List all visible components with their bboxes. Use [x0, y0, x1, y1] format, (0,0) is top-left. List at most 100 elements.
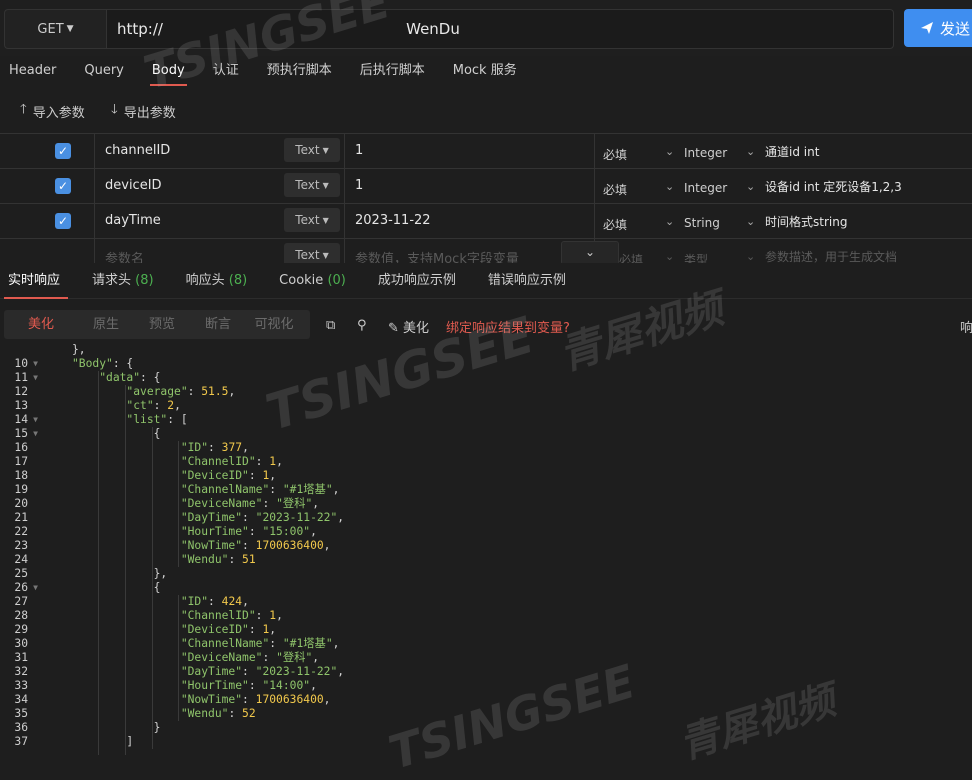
line-number-text: 31 — [14, 651, 28, 664]
type-select[interactable]: Text ▼ — [284, 208, 340, 232]
code-line: "DeviceID": 1, — [180, 469, 277, 482]
tab-label: 响应头 — [185, 273, 225, 288]
param-key[interactable]: channelID — [105, 143, 170, 158]
type-label: Text — [295, 178, 320, 192]
chevron-down-icon[interactable]: ⌄ — [665, 180, 674, 193]
code-line: "ChannelName": "#1塔基", — [180, 637, 340, 650]
line-number-text: 27 — [14, 595, 28, 608]
import-params-button[interactable]: 🡑 导入参数 — [20, 99, 85, 123]
chevron-down-icon[interactable]: ⌄ — [665, 250, 674, 263]
tab-header[interactable]: Header — [0, 56, 70, 86]
response-code-editor[interactable]: }, 10 ▼ "Body": {11 ▼ "data": {12 "average":… — [0, 344, 972, 755]
code-line: { — [72, 581, 161, 594]
export-label: 导出参数 — [123, 105, 176, 121]
chevron-down-icon[interactable]: ⌄ — [665, 145, 674, 158]
type-select[interactable]: Text ▼ — [284, 173, 340, 197]
fold-icon[interactable]: ▼ — [33, 357, 38, 371]
code-line: "Wendu": 51 — [180, 553, 256, 566]
line-number: 30 — [0, 637, 40, 651]
tab-cookie[interactable]: Cookie (0) — [263, 263, 362, 299]
tab-query[interactable]: Query — [70, 56, 138, 86]
params-table: ✓ channelID Text ▼ 1 必填 ⌄ Integer ⌄ 通道id … — [0, 133, 972, 268]
tab-auth[interactable]: 认证 — [199, 56, 253, 86]
line-number-text: 22 — [14, 525, 28, 538]
tab-response-headers[interactable]: 响应头 (8) — [170, 263, 264, 299]
line-number: 33 — [0, 679, 40, 693]
line-number-text: 16 — [14, 441, 28, 454]
tab-success-example[interactable]: 成功响应示例 — [362, 263, 472, 299]
datatype-select[interactable]: String — [684, 216, 720, 230]
fold-icon[interactable]: ▼ — [33, 581, 38, 595]
chevron-down-icon[interactable]: ⌄ — [665, 215, 674, 228]
mode-pretty[interactable]: 美化 — [4, 310, 78, 339]
code-line: "average": 51.5, — [126, 385, 236, 398]
view-mode-segment: 美化 原生 预览 断言 可视化 — [4, 310, 310, 339]
chevron-down-icon[interactable]: ⌄ — [746, 180, 755, 193]
mode-visualize[interactable]: 可视化 — [246, 310, 302, 339]
line-number: 16 — [0, 441, 40, 455]
fold-icon[interactable]: ▼ — [33, 427, 38, 441]
param-value[interactable]: 1 — [355, 143, 363, 158]
tab-post-script[interactable]: 后执行脚本 — [346, 56, 439, 86]
datatype-select[interactable]: Integer — [684, 181, 727, 195]
checkbox[interactable]: ✓ — [55, 143, 71, 159]
code-line: "HourTime": "14:00", — [180, 679, 317, 692]
required-select[interactable]: 必填 — [603, 216, 627, 233]
tab-label: 错误响应示例 — [487, 273, 566, 288]
code-line: "Wendu": 52 — [180, 707, 256, 720]
param-value[interactable]: 2023-11-22 — [355, 213, 431, 228]
required-select[interactable]: 必填 — [603, 181, 627, 198]
param-key[interactable]: dayTime — [105, 213, 161, 228]
mode-preview[interactable]: 预览 — [134, 310, 190, 339]
datatype-select[interactable]: Integer — [684, 146, 727, 160]
param-desc[interactable]: 时间格式string — [765, 213, 847, 230]
mode-assert[interactable]: 断言 — [190, 310, 246, 339]
line-number-text: 34 — [14, 693, 28, 706]
chevron-down-icon[interactable]: ⌄ — [746, 215, 755, 228]
required-select[interactable]: 必填 — [603, 146, 627, 163]
line-number: 23 — [0, 539, 40, 553]
url-input[interactable]: http:// WenDu — [106, 9, 894, 49]
chevron-down-icon[interactable]: ⌄ — [746, 250, 755, 263]
tab-pre-script[interactable]: 预执行脚本 — [253, 56, 346, 86]
export-params-button[interactable]: 🡓 导出参数 — [111, 99, 176, 123]
param-value[interactable]: 1 — [355, 178, 363, 193]
tab-live-response[interactable]: 实时响应 — [0, 263, 76, 299]
wand-icon: ✎ — [388, 321, 399, 336]
checkbox[interactable]: ✓ — [55, 213, 71, 229]
line-number: 21 — [0, 511, 40, 525]
param-key[interactable]: deviceID — [105, 178, 162, 193]
line-number: 32 — [0, 665, 40, 679]
tab-mock[interactable]: Mock 服务 — [439, 56, 531, 86]
fold-icon[interactable]: ▼ — [33, 413, 38, 427]
url-text: http:// WenDu — [117, 20, 460, 38]
line-number-text: 23 — [14, 539, 28, 552]
type-select[interactable]: Text ▼ — [284, 138, 340, 162]
beautify-button[interactable]: ✎ 美化 — [388, 317, 429, 336]
param-desc[interactable]: 设备id int 定死设备1,2,3 — [765, 178, 902, 195]
line-number: 35 — [0, 707, 40, 721]
chevron-down-icon[interactable]: ⌄ — [746, 145, 755, 158]
checkbox[interactable]: ✓ — [55, 178, 71, 194]
mode-raw[interactable]: 原生 — [78, 310, 134, 339]
tab-error-example[interactable]: 错误响应示例 — [472, 263, 582, 299]
line-number-text: 26 — [14, 581, 28, 594]
send-icon — [921, 22, 933, 34]
line-number-text: 33 — [14, 679, 28, 692]
param-desc[interactable]: 通道id int — [765, 143, 819, 160]
search-icon[interactable]: ⚲ — [357, 318, 367, 333]
method-select[interactable]: GET ▼ — [4, 9, 106, 49]
send-button[interactable]: 发送 — [904, 9, 972, 47]
table-row: ✓ dayTime Text ▼ 2023-11-22 必填 ⌄ String ⌄… — [0, 203, 972, 238]
arrow-up-icon: 🡑 — [20, 102, 27, 117]
line-number: 26 ▼ — [0, 581, 40, 595]
bind-response-link[interactable]: 绑定响应结果到变量? — [446, 317, 570, 336]
tab-label: Cookie — [279, 273, 324, 288]
line-number: 25 — [0, 567, 40, 581]
code-line: }, — [72, 344, 86, 356]
fold-icon[interactable]: ▼ — [33, 371, 38, 385]
tab-body[interactable]: Body — [138, 56, 199, 86]
copy-icon[interactable]: ⧉ — [326, 318, 335, 333]
value-dropdown-button[interactable]: ⌄ — [561, 241, 619, 265]
tab-request-headers[interactable]: 请求头 (8) — [76, 263, 170, 299]
